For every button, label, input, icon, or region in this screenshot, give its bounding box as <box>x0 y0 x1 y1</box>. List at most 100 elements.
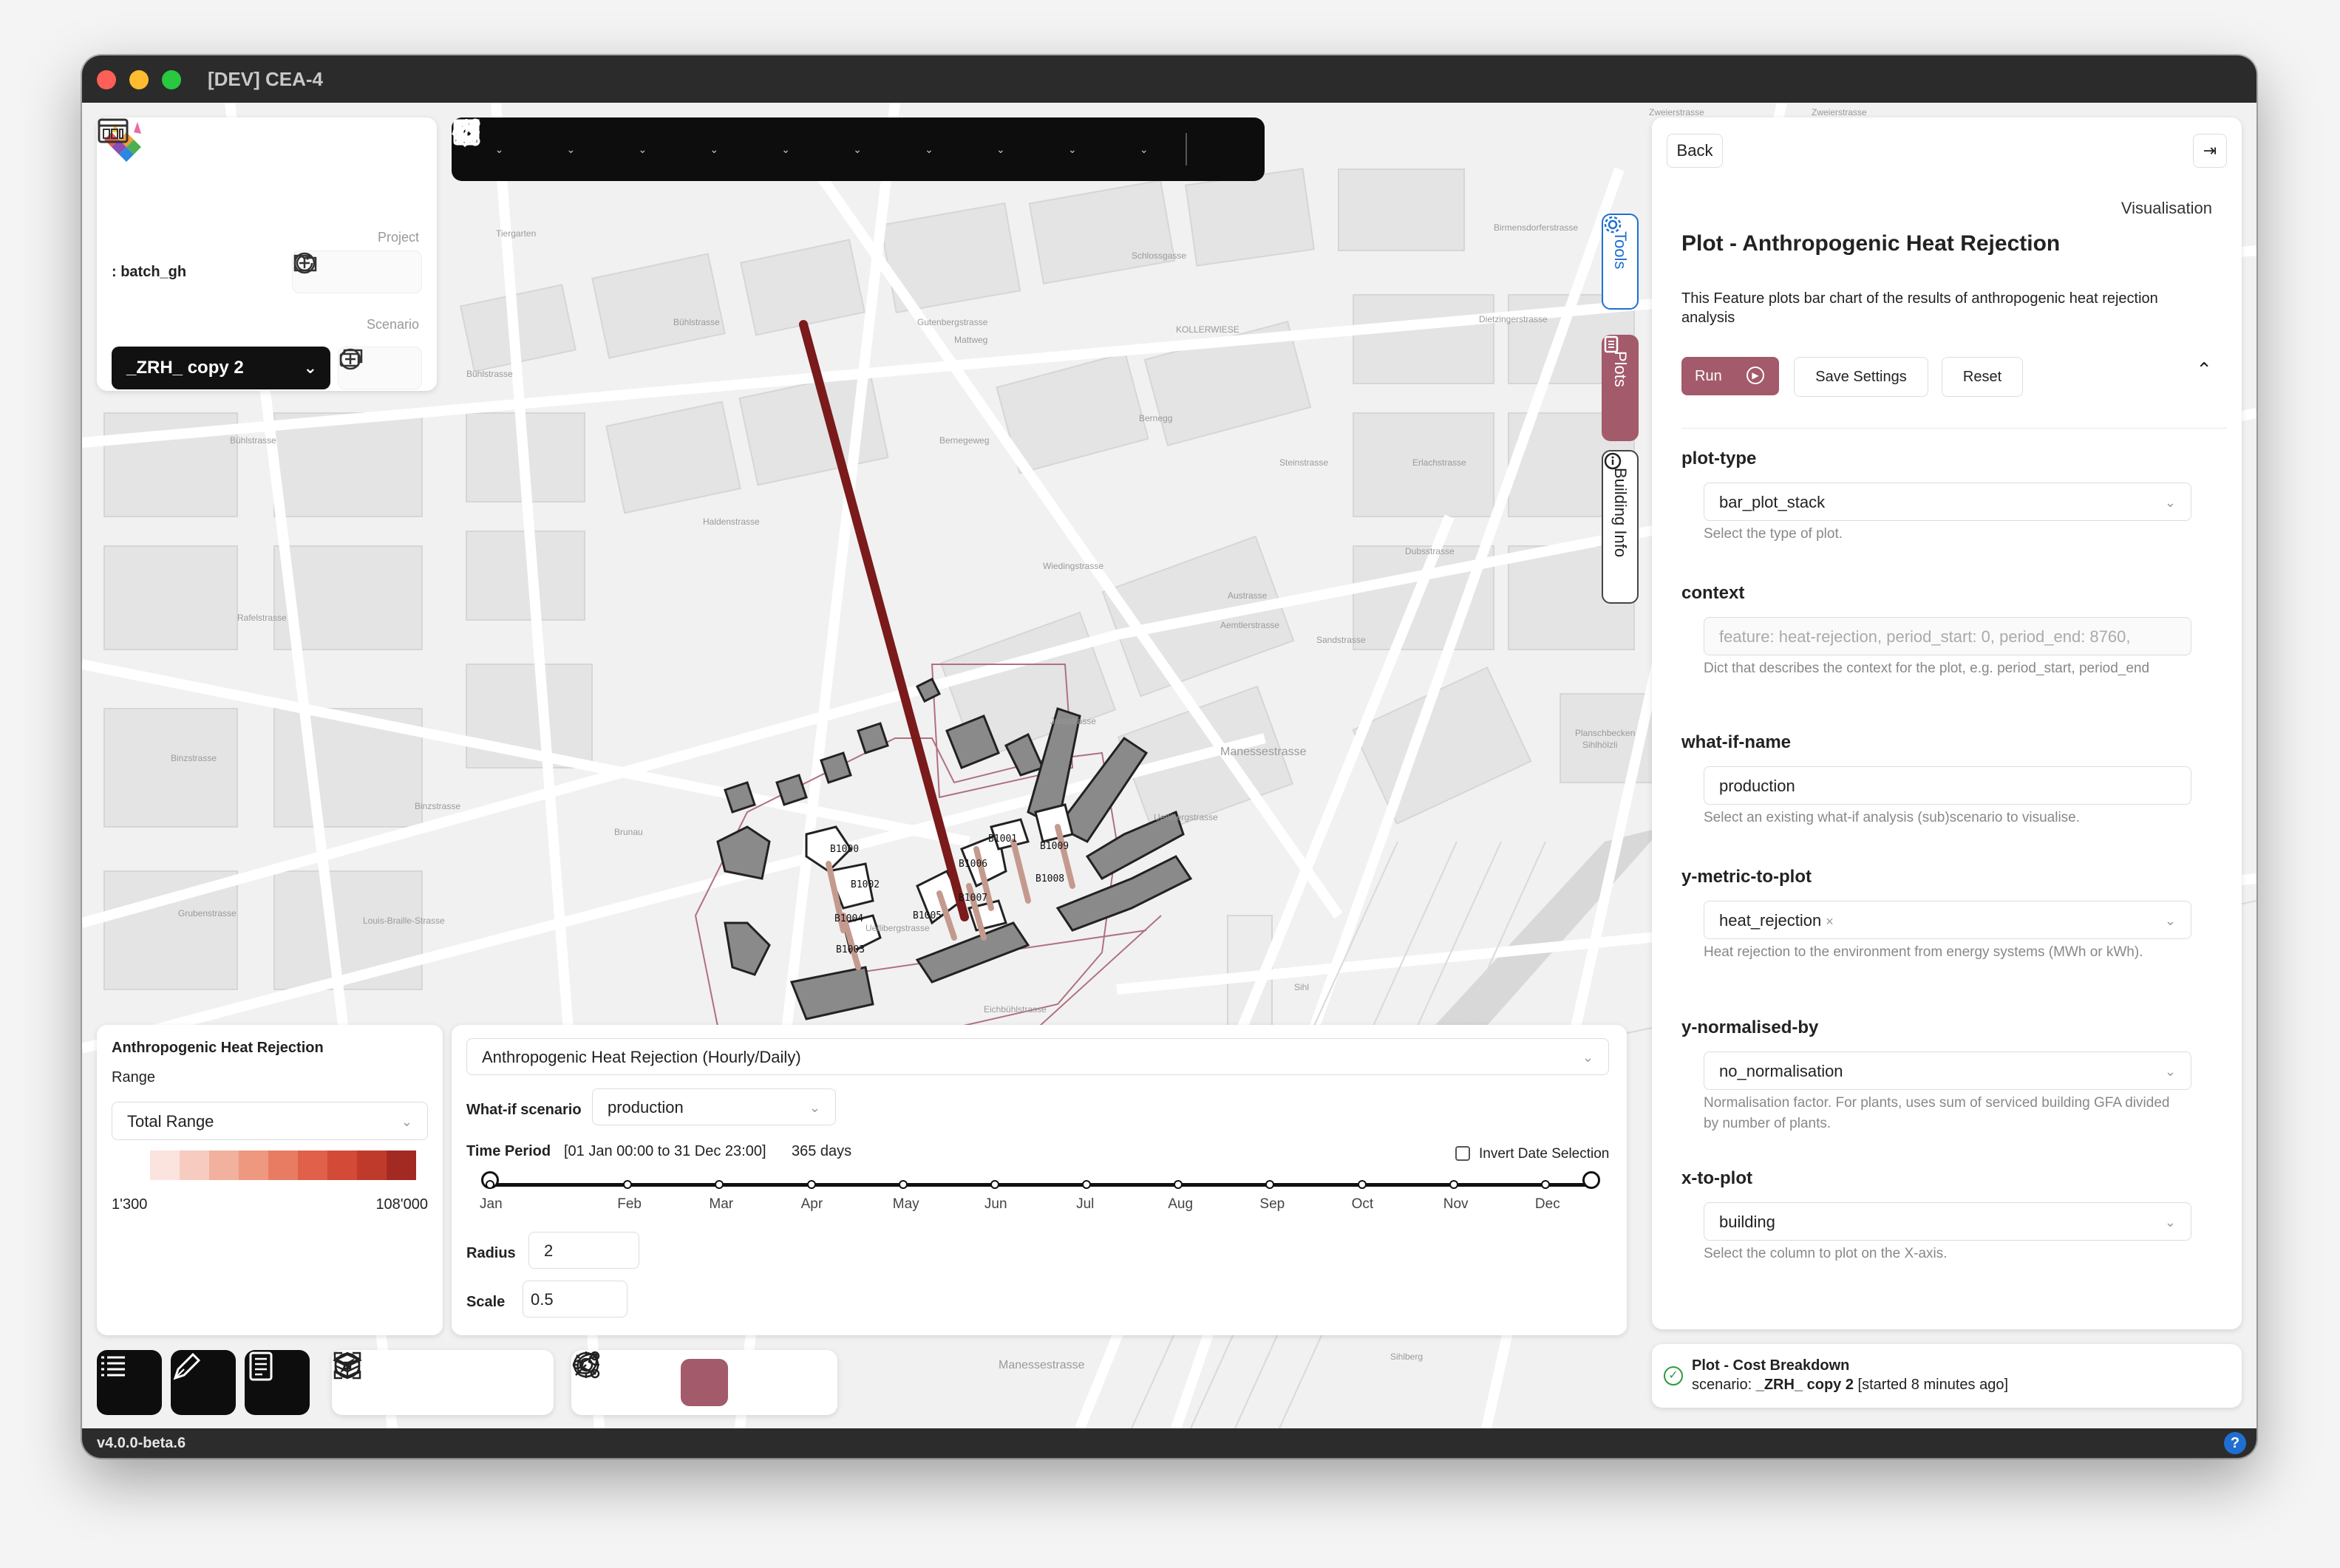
context-input[interactable]: feature: heat-rejection, period_start: 0… <box>1704 617 2191 655</box>
input-editor-button[interactable] <box>245 1350 310 1415</box>
legend-ramp-step <box>357 1151 387 1180</box>
field-help: Select the type of plot. <box>1704 526 1843 542</box>
job-status: [started 8 minutes ago] <box>1857 1377 2008 1393</box>
y-metric-multiselect[interactable]: heat_rejection × ⌄ <box>1704 901 2191 939</box>
toolbar-ai-assistant[interactable] <box>454 120 1265 171</box>
tab-plots[interactable]: Plots <box>1602 335 1639 441</box>
scenario-actions <box>338 347 422 389</box>
reset-button[interactable]: Reset <box>1942 357 2023 397</box>
street-label: Dietzingerstrasse <box>1479 314 1548 324</box>
chevron-up-icon[interactable]: ⌃ <box>2196 358 2212 381</box>
radius-input[interactable]: 2 <box>528 1232 639 1269</box>
job-status-notification[interactable]: ✓ Plot - Cost Breakdown scenario: _ZRH_ … <box>1652 1344 2242 1408</box>
tab-tools[interactable]: Tools <box>1602 214 1639 310</box>
month-tick[interactable] <box>1449 1180 1458 1189</box>
month-tick[interactable] <box>623 1180 633 1189</box>
layer-costs-button[interactable] <box>571 1351 728 1406</box>
window-title: [DEV] CEA-4 <box>208 68 324 90</box>
feature-select[interactable]: Anthropogenic Heat Rejection (Hourly/Dai… <box>466 1038 1609 1075</box>
month-tick[interactable] <box>990 1180 999 1189</box>
compass-icon[interactable] <box>332 1350 363 1381</box>
tools-toolbar: ⌄ ⌄ ⌄ ⌄ ⌄ ⌄ ⌄ ⌄ ⌄ ⌄ <box>452 117 1265 181</box>
plot-type-select[interactable]: bar_plot_stack ⌄ <box>1704 483 2191 521</box>
map-label-kolleriwiese: KOLLERWIESE <box>1176 324 1239 335</box>
what-if-name-input[interactable]: production <box>1704 766 2191 805</box>
toolbar-demand[interactable]: ⌄ <box>453 119 678 171</box>
time-slider-end-handle[interactable] <box>1582 1171 1600 1189</box>
layout-toggle-icon[interactable] <box>97 117 129 144</box>
select-value: bar_plot_stack <box>1719 493 1826 511</box>
help-button[interactable]: ? <box>2224 1432 2246 1454</box>
map-layer-switcher <box>571 1350 837 1415</box>
legend-color-ramp <box>150 1151 416 1180</box>
month-label: Sep <box>1259 1196 1285 1212</box>
month-tick[interactable] <box>1540 1180 1550 1189</box>
chevron-down-icon: ⌄ <box>566 143 576 155</box>
toolbar-solar[interactable]: ⌄ <box>453 119 607 171</box>
chevron-down-icon: ⌄ <box>809 1100 820 1115</box>
toolbar-calculators[interactable]: ⌄ <box>453 119 1036 171</box>
chevron-down-icon: ⌄ <box>710 143 719 155</box>
project-panel: Project : batch_gh Scenario _ZRH_ copy 2… <box>97 117 437 391</box>
legend-ramp-step <box>239 1151 268 1180</box>
app-window: [DEV] CEA-4 B1000 B1002 B1004 B1003 B100… <box>82 55 2256 1458</box>
scenario-select[interactable]: _ZRH_ copy 2 ⌄ <box>112 347 330 389</box>
scenario-name: _ZRH_ copy 2 <box>126 358 244 378</box>
minimize-window-button[interactable] <box>129 70 149 89</box>
month-tick[interactable] <box>806 1180 816 1189</box>
toolbar-life-cycle[interactable]: ⌄ <box>455 120 750 171</box>
scale-input[interactable]: 0.5 <box>523 1281 627 1318</box>
time-slider-track[interactable] <box>490 1183 1591 1187</box>
toolbar-utilities[interactable]: ⌄ <box>455 120 1108 171</box>
back-button[interactable]: Back <box>1667 134 1723 168</box>
month-tick[interactable] <box>1082 1180 1092 1189</box>
panel-category: Visualisation <box>2120 199 2212 217</box>
month-tick[interactable] <box>486 1180 494 1189</box>
map-view-controls <box>332 1350 554 1415</box>
panel-description: This Feature plots bar chart of the resu… <box>1681 290 2158 326</box>
field-plot-type: plot-type bar_plot_stack ⌄ Select the ty… <box>1681 449 2199 545</box>
x-to-plot-select[interactable]: building ⌄ <box>1704 1202 2191 1241</box>
field-help: Heat rejection to the environment from e… <box>1704 944 2143 960</box>
remove-tag-icon[interactable]: × <box>1826 914 1834 929</box>
legend-range-select[interactable]: Total Range ⌄ <box>112 1102 428 1140</box>
invert-date-checkbox[interactable] <box>1455 1146 1470 1161</box>
toolbar-networks[interactable]: ⌄ <box>452 118 822 171</box>
month-tick[interactable] <box>1357 1180 1367 1189</box>
month-tick[interactable] <box>898 1180 908 1189</box>
toolbar-costs[interactable]: ⌄ <box>452 119 894 171</box>
add-scenario-icon[interactable] <box>339 347 362 371</box>
save-settings-button[interactable]: Save Settings <box>1794 357 1928 397</box>
whatif-scenario-select[interactable]: production ⌄ <box>592 1088 836 1125</box>
task-list-button[interactable] <box>97 1350 162 1415</box>
street-label: Bernegg <box>1139 413 1173 423</box>
chevron-down-icon: ⌄ <box>2164 913 2176 928</box>
toolbar-ideas[interactable]: ⌄ <box>457 120 1180 171</box>
month-label: Apr <box>800 1196 823 1212</box>
run-button[interactable]: Run ▶ <box>1681 357 1779 395</box>
month-tick[interactable] <box>1265 1180 1275 1189</box>
street-label: Dubsstrasse <box>1405 546 1455 556</box>
add-project-icon[interactable] <box>293 251 316 275</box>
field-label: context <box>1681 583 1745 603</box>
collapse-panel-button[interactable]: ⇥ <box>2193 134 2227 168</box>
close-window-button[interactable] <box>97 70 116 89</box>
street-label: Bühlstrasse <box>673 317 720 327</box>
checkmark-icon: ✓ <box>1664 1366 1683 1385</box>
street-label: Haldenstrasse <box>703 517 760 527</box>
time-period-days: 365 days <box>792 1143 852 1159</box>
legend-ramp-step <box>209 1151 239 1180</box>
play-icon: ▶ <box>1747 367 1764 384</box>
month-tick[interactable] <box>1174 1180 1183 1189</box>
month-tick[interactable] <box>715 1180 724 1189</box>
month-label: May <box>892 1196 919 1212</box>
globe-icon[interactable] <box>571 1350 601 1380</box>
maximize-window-button[interactable] <box>162 70 181 89</box>
street-label: Sihlhölzli <box>1582 740 1618 750</box>
tab-building-info[interactable]: Building Info <box>1602 450 1639 604</box>
map-canvas[interactable]: B1000 B1002 B1004 B1003 B1005 B1006 B100… <box>82 103 2256 1428</box>
toolbar-optimization[interactable]: ⌄ <box>454 120 965 171</box>
chevron-down-icon: ⌄ <box>1139 143 1149 155</box>
edit-geometry-button[interactable] <box>171 1350 236 1415</box>
y-normalised-select[interactable]: no_normalisation ⌄ <box>1704 1051 2191 1090</box>
